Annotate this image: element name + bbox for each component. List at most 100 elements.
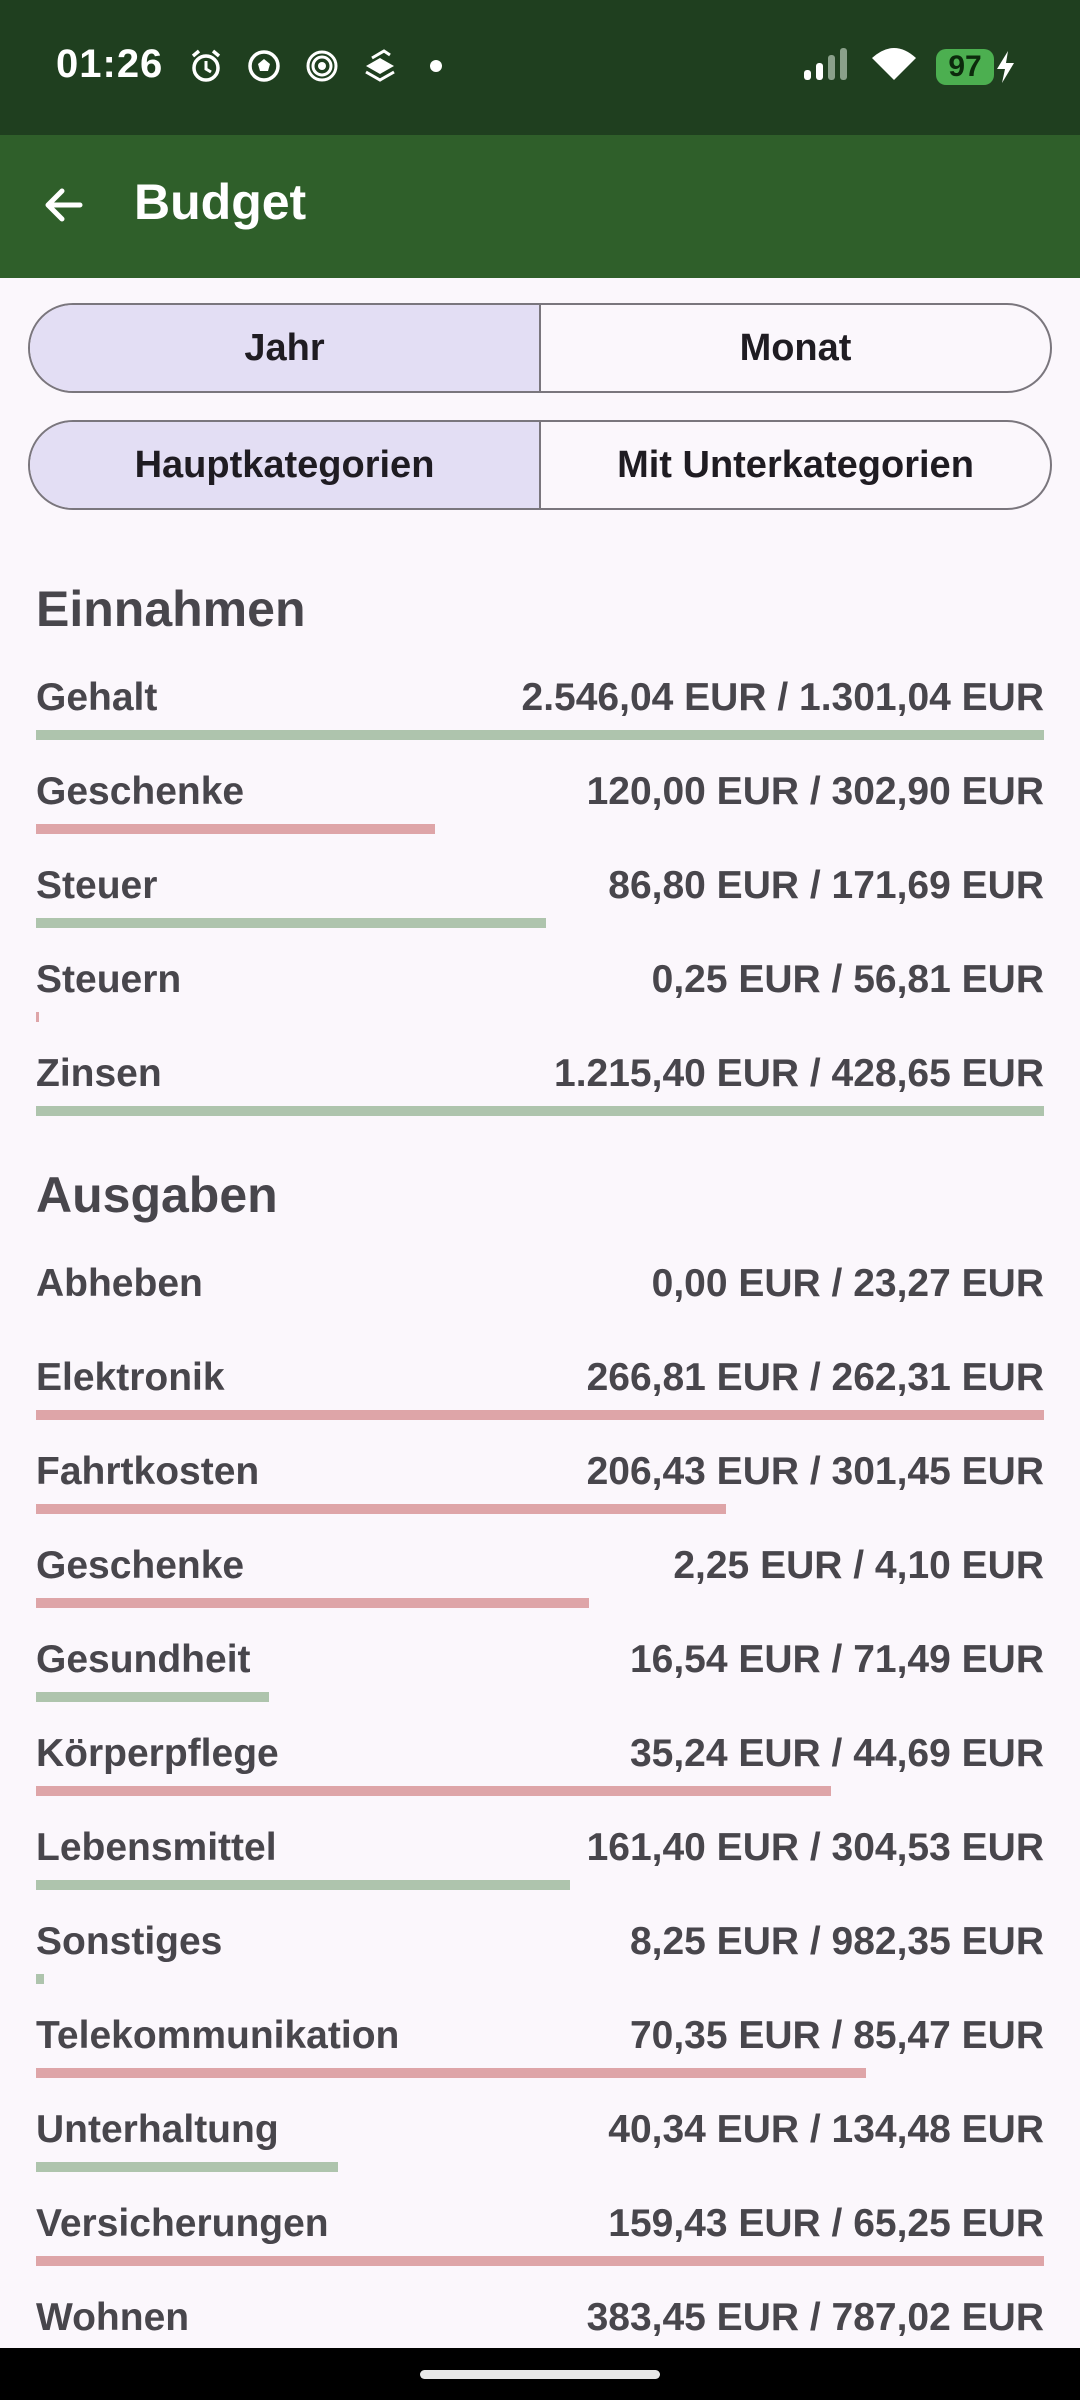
budget-row[interactable]: Körperpflege 35,24 EUR / 44,69 EUR <box>36 1724 1044 1818</box>
budget-progress-track <box>36 1786 1044 1796</box>
category-name: Abheben <box>36 1262 203 1305</box>
budget-progress-track <box>36 1974 1044 1984</box>
budget-amount: 35,24 EUR / 44,69 EUR <box>629 1732 1044 1775</box>
budget-amount: 70,35 EUR / 85,47 EUR <box>629 2014 1044 2057</box>
category-name: Gehalt <box>36 676 158 719</box>
budget-progress-bar <box>36 2068 866 2078</box>
budget-progress-track <box>36 730 1044 740</box>
category-name: Lebensmittel <box>36 1826 277 1869</box>
category-toggle: Hauptkategorien Mit Unterkategorien <box>28 420 1052 510</box>
tab-main-categories[interactable]: Hauptkategorien <box>30 422 539 508</box>
budget-progress-bar <box>36 1012 39 1022</box>
stack-icon <box>362 48 398 84</box>
tab-year[interactable]: Jahr <box>30 305 539 391</box>
category-name: Elektronik <box>36 1356 225 1399</box>
budget-progress-bar <box>36 2162 339 2172</box>
category-name: Sonstiges <box>36 1920 223 1963</box>
budget-row[interactable]: Versicherungen 159,43 EUR / 65,25 EUR <box>36 2194 1044 2288</box>
category-name: Gesundheit <box>36 1638 251 1681</box>
more-notifications-dot-icon <box>430 60 442 72</box>
category-name: Steuern <box>36 958 182 1001</box>
budget-amount: 2,25 EUR / 4,10 EUR <box>673 1544 1044 1587</box>
budget-progress-track <box>36 1012 1044 1022</box>
period-toggle: Jahr Monat <box>28 303 1052 393</box>
category-name: Versicherungen <box>36 2202 329 2245</box>
budget-amount: 159,43 EUR / 65,25 EUR <box>608 2202 1044 2245</box>
budget-amount: 206,43 EUR / 301,45 EUR <box>586 1450 1044 1493</box>
category-name: Körperpflege <box>36 1732 279 1775</box>
budget-amount: 266,81 EUR / 262,31 EUR <box>586 1356 1044 1399</box>
page-title: Budget <box>134 174 307 230</box>
budget-row[interactable]: Elektronik 266,81 EUR / 262,31 EUR <box>36 1348 1044 1442</box>
budget-progress-bar <box>36 1974 45 1984</box>
budget-progress-bar <box>36 2256 1044 2266</box>
budget-progress-bar <box>36 1786 832 1796</box>
budget-row[interactable]: Fahrtkosten 206,43 EUR / 301,45 EUR <box>36 1442 1044 1536</box>
navigation-bar <box>0 2348 1080 2400</box>
home-indicator[interactable] <box>420 2370 660 2379</box>
budget-row[interactable]: Steuer 86,80 EUR / 171,69 EUR <box>36 856 1044 950</box>
budget-amount: 40,34 EUR / 134,48 EUR <box>608 2108 1044 2151</box>
alarm-icon <box>188 48 224 84</box>
notification-icons <box>188 48 442 84</box>
budget-progress-track <box>36 1410 1044 1420</box>
budget-progress-bar <box>36 1106 1044 1116</box>
wifi-icon <box>870 46 918 87</box>
budget-row[interactable]: Abheben 0,00 EUR / 23,27 EUR <box>36 1254 1044 1348</box>
budget-progress-track <box>36 1880 1044 1890</box>
income-section-title: Einnahmen <box>36 581 306 637</box>
budget-progress-track <box>36 1692 1044 1702</box>
budget-amount: 1.215,40 EUR / 428,65 EUR <box>554 1052 1044 1095</box>
budget-progress-track <box>36 1316 1044 1326</box>
expenses-section-title: Ausgaben <box>36 1167 278 1223</box>
budget-row[interactable]: Unterhaltung 40,34 EUR / 134,48 EUR <box>36 2100 1044 2194</box>
spiral-icon <box>304 48 340 84</box>
budget-amount: 8,25 EUR / 982,35 EUR <box>629 1920 1044 1963</box>
budget-progress-bar <box>36 918 547 928</box>
system-status: 97 <box>802 46 1016 87</box>
battery-level: 97 <box>936 48 994 85</box>
status-bar: 01:26 97 <box>0 0 1080 135</box>
category-name: Unterhaltung <box>36 2108 279 2151</box>
budget-row[interactable]: Steuern 0,25 EUR / 56,81 EUR <box>36 950 1044 1044</box>
category-name: Geschenke <box>36 770 245 813</box>
budget-amount: 0,00 EUR / 23,27 EUR <box>651 1262 1044 1305</box>
category-name: Steuer <box>36 864 158 907</box>
budget-amount: 0,25 EUR / 56,81 EUR <box>651 958 1044 1001</box>
signal-icon <box>802 46 852 87</box>
tab-with-subcategories[interactable]: Mit Unterkategorien <box>539 422 1050 508</box>
app-bar: Budget <box>0 135 1080 278</box>
budget-amount: 16,54 EUR / 71,49 EUR <box>629 1638 1044 1681</box>
category-name: Fahrtkosten <box>36 1450 260 1493</box>
budget-row[interactable]: Lebensmittel 161,40 EUR / 304,53 EUR <box>36 1818 1044 1912</box>
tab-month[interactable]: Monat <box>539 305 1050 391</box>
budget-progress-bar <box>36 1880 571 1890</box>
back-button[interactable] <box>38 179 90 231</box>
category-name: Wohnen <box>36 2296 190 2339</box>
budget-progress-bar <box>36 1692 269 1702</box>
budget-progress-track <box>36 918 1044 928</box>
budget-amount: 2.546,04 EUR / 1.301,04 EUR <box>521 676 1044 719</box>
budget-row[interactable]: Gesundheit 16,54 EUR / 71,49 EUR <box>36 1630 1044 1724</box>
budget-row[interactable]: Geschenke 2,25 EUR / 4,10 EUR <box>36 1536 1044 1630</box>
budget-progress-bar <box>36 1598 590 1608</box>
budget-progress-track <box>36 2162 1044 2172</box>
budget-row[interactable]: Telekommunikation 70,35 EUR / 85,47 EUR <box>36 2006 1044 2100</box>
category-name: Zinsen <box>36 1052 162 1095</box>
category-name: Telekommunikation <box>36 2014 400 2057</box>
budget-row[interactable]: Geschenke 120,00 EUR / 302,90 EUR <box>36 762 1044 856</box>
budget-row[interactable]: Sonstiges 8,25 EUR / 982,35 EUR <box>36 1912 1044 2006</box>
arrow-back-icon <box>45 188 83 222</box>
budget-progress-bar <box>36 730 1044 740</box>
category-name: Geschenke <box>36 1544 245 1587</box>
status-time: 01:26 <box>56 42 164 86</box>
charging-bolt-icon <box>997 50 1014 83</box>
budget-row[interactable]: Zinsen 1.215,40 EUR / 428,65 EUR <box>36 1044 1044 1138</box>
budget-amount: 120,00 EUR / 302,90 EUR <box>586 770 1044 813</box>
budget-row[interactable]: Gehalt 2.546,04 EUR / 1.301,04 EUR <box>36 668 1044 762</box>
budget-progress-bar <box>36 824 436 834</box>
budget-progress-track <box>36 1106 1044 1116</box>
budget-progress-track <box>36 1598 1044 1608</box>
budget-progress-track <box>36 2256 1044 2266</box>
budget-progress-track <box>36 1504 1044 1514</box>
